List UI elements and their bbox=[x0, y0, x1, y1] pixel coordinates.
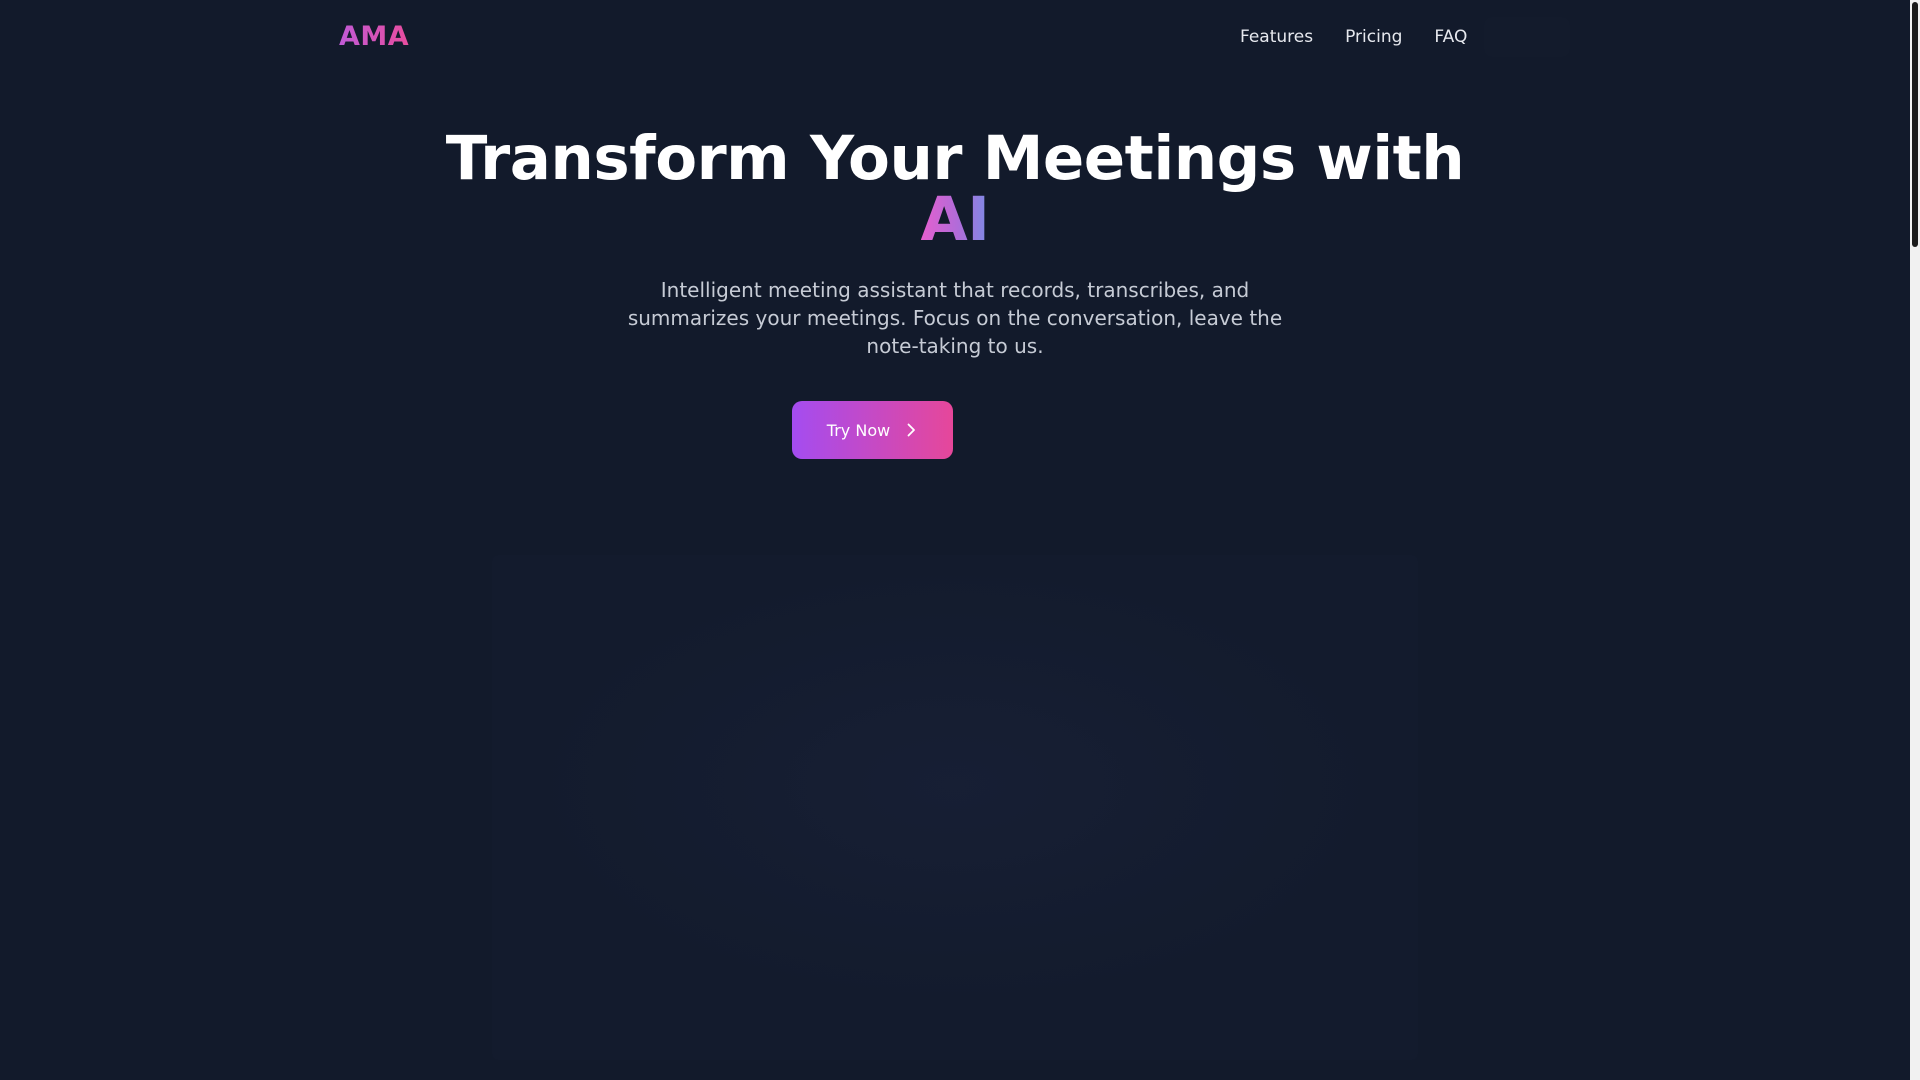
chevron-right-icon bbox=[907, 423, 916, 437]
nav-link-pricing[interactable]: Pricing bbox=[1345, 22, 1402, 52]
nav-link-faq[interactable]: FAQ bbox=[1434, 22, 1467, 52]
scrollbar-thumb[interactable] bbox=[1912, 2, 1918, 247]
nav-link-features[interactable]: Features bbox=[1240, 22, 1313, 52]
landing-page: AMA Features Pricing FAQ Transform Your … bbox=[0, 0, 1920, 1080]
hero-title-accent: AI bbox=[920, 184, 990, 255]
nav-action-placeholder[interactable] bbox=[1484, 17, 1570, 57]
try-now-label: Try Now bbox=[826, 420, 891, 440]
nav-links: Features Pricing FAQ bbox=[1240, 22, 1467, 52]
hero-title: Transform Your Meetings with AI bbox=[0, 128, 1910, 250]
product-preview-panel bbox=[492, 555, 1418, 1060]
brand-logo[interactable]: AMA bbox=[339, 18, 409, 56]
hero-subtitle: Intelligent meeting assistant that recor… bbox=[627, 278, 1283, 358]
page-scrollbar[interactable] bbox=[1910, 0, 1920, 1080]
try-now-button[interactable]: Try Now bbox=[792, 401, 953, 459]
top-nav: AMA Features Pricing FAQ bbox=[0, 0, 1910, 75]
